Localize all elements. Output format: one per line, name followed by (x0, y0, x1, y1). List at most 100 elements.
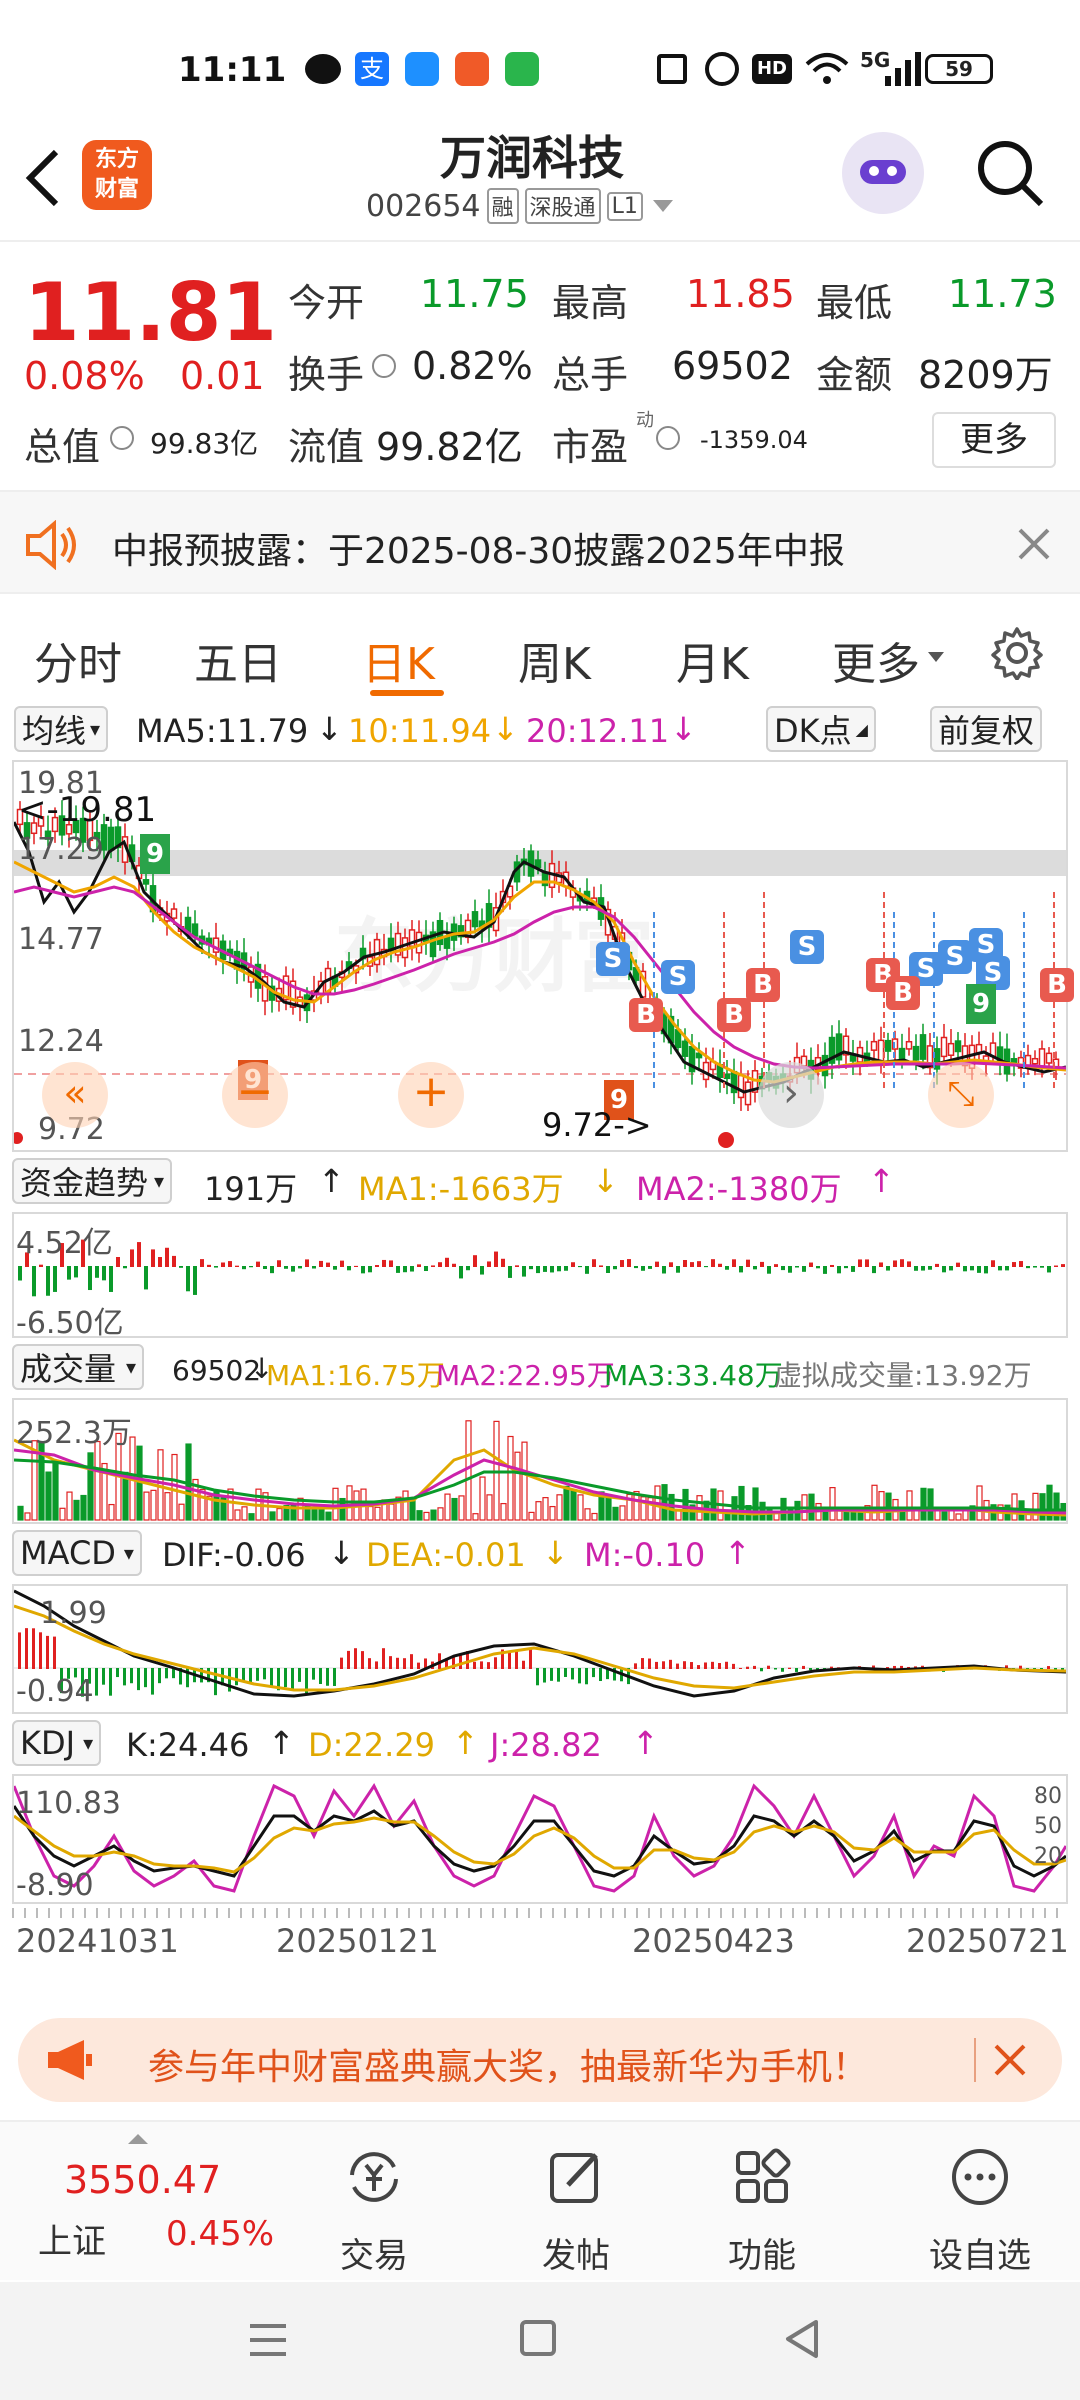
sell-marker[interactable]: S (790, 930, 824, 964)
buy-marker[interactable]: B (886, 976, 920, 1010)
fund-bar (739, 1266, 743, 1273)
volume-bar (66, 1491, 73, 1521)
robot-assistant-icon[interactable] (842, 132, 924, 214)
fund-bar (606, 1266, 610, 1273)
candle-body (821, 1054, 829, 1077)
fund-select[interactable]: 资金趋势 ▾ (12, 1158, 173, 1204)
notice-bar[interactable]: 中报预披露：于2025-08-30披露2025年中报 (0, 490, 1080, 594)
nav-trade[interactable]: 交易 (294, 2142, 454, 2276)
index-widget[interactable]: 3550.47 上证 0.45% (0, 2122, 300, 2282)
buy-marker[interactable]: B (746, 968, 780, 1002)
macd-dif-line (14, 1589, 1066, 1698)
mktcap-info-icon[interactable] (110, 426, 134, 450)
volume-bar (416, 1510, 423, 1521)
tab-more[interactable]: 更多 (832, 628, 920, 692)
back-arrow-icon[interactable] (22, 148, 66, 208)
buy-marker[interactable]: B (629, 998, 663, 1032)
turnover-info-icon[interactable] (372, 354, 396, 378)
macd-panel[interactable]: 1.99 -0.94 (12, 1584, 1068, 1714)
promo-banner[interactable]: 参与年中财富盛典赢大奖，抽最新华为手机！ (18, 2018, 1062, 2102)
volume-bar (241, 1506, 248, 1521)
volume-bar (402, 1490, 409, 1521)
zoom-in-button[interactable]: + (398, 1062, 464, 1128)
fund-bar (585, 1266, 589, 1274)
pe-info-icon[interactable] (656, 426, 680, 450)
sell-marker[interactable]: S (938, 940, 972, 974)
volume-ma3: MA3:33.48万 (604, 1359, 783, 1392)
macd-bar (25, 1628, 28, 1669)
tab-five-day[interactable]: 五日 (194, 628, 282, 692)
tab-intraday[interactable]: 分时 (34, 628, 122, 692)
nav-functions[interactable]: 功能 (682, 2142, 842, 2276)
more-button[interactable]: 更多 (932, 412, 1056, 468)
fund-bar (151, 1249, 155, 1267)
macd-bar (550, 1668, 553, 1681)
fund-bar (312, 1266, 316, 1269)
fund-bar (277, 1260, 281, 1267)
scroll-right-button[interactable]: › (758, 1062, 824, 1128)
adjust-select[interactable]: 前复权 (930, 706, 1043, 752)
macd-bar (459, 1655, 462, 1669)
feather-icon (405, 52, 439, 86)
fund-bar (690, 1262, 694, 1267)
fund-panel[interactable]: 4.52亿 -6.50亿 (12, 1212, 1068, 1341)
dropdown-triangle-icon[interactable] (652, 200, 673, 212)
kdj-svg (14, 1783, 1066, 1893)
volume-panel[interactable]: 252.3万 (12, 1398, 1068, 1524)
fund-bar (333, 1266, 337, 1270)
fund-bar (571, 1262, 575, 1267)
nine-turn-marker[interactable]: 9 (966, 984, 996, 1024)
banner-close-icon[interactable] (992, 2042, 1028, 2078)
back-icon[interactable] (782, 2318, 822, 2360)
volume-bar (94, 1440, 101, 1521)
tab-daily-k[interactable]: 日K (362, 628, 435, 692)
fund-bar (641, 1266, 645, 1271)
fund-bar (221, 1262, 225, 1267)
volume-select[interactable]: 成交量 ▾ (12, 1344, 145, 1390)
candle-body (1031, 1057, 1039, 1065)
fund-bar (564, 1266, 568, 1271)
fund-bar (1040, 1266, 1044, 1268)
fund-bar (536, 1266, 540, 1274)
nav-add-watchlist[interactable]: 设自选 (900, 2142, 1060, 2276)
macd-bar (242, 1668, 245, 1682)
candle-body (940, 1036, 948, 1058)
settings-gear-icon[interactable] (990, 626, 1044, 681)
zoom-out-button[interactable]: − (222, 1062, 288, 1128)
macd-bar (592, 1668, 595, 1678)
volume-bar (143, 1491, 150, 1521)
candle-body (415, 931, 423, 954)
fund-bar (753, 1266, 757, 1270)
sell-marker[interactable]: S (596, 942, 630, 976)
nav-post[interactable]: 发帖 (496, 2142, 656, 2276)
fund-bar (767, 1266, 771, 1274)
macd-select[interactable]: MACD ▾ (12, 1530, 142, 1576)
sell-marker[interactable]: S (661, 960, 695, 994)
fund-bar (102, 1266, 106, 1281)
candle-body (1045, 1052, 1053, 1064)
home-icon[interactable] (520, 2320, 556, 2356)
dk-point-select[interactable]: DK点 ◢ (766, 706, 876, 752)
kdj-panel[interactable]: 110.83 -8.90 80 50 20 (12, 1774, 1068, 1904)
buy-marker[interactable]: B (1040, 968, 1074, 1002)
kline-panel[interactable]: 东方财富 S S S S S S S B B B B B B 9 9 9 19.… (12, 760, 1074, 1152)
fund-bar (207, 1264, 211, 1267)
kdj-select[interactable]: KDJ ▾ (12, 1720, 102, 1766)
candle-body (191, 923, 199, 937)
close-icon[interactable] (1016, 526, 1052, 562)
volume-bar (829, 1487, 836, 1521)
scroll-left-button[interactable]: « (42, 1062, 108, 1128)
fund-select-label: 资金趋势 (20, 1164, 149, 1202)
kdj-level-20: 20 (1034, 1844, 1062, 1869)
nine-turn-marker[interactable]: 9 (140, 834, 170, 874)
ma-select[interactable]: 均线 ▾ (14, 706, 109, 752)
ma10-arrow-icon: ↓ (492, 710, 519, 748)
search-icon[interactable] (975, 138, 1047, 210)
fullscreen-button[interactable]: ⤡ (928, 1062, 994, 1128)
menu-icon[interactable] (248, 2322, 288, 2358)
tab-weekly-k[interactable]: 周K (518, 628, 591, 692)
tab-monthly-k[interactable]: 月K (676, 628, 749, 692)
buy-marker[interactable]: B (717, 998, 751, 1032)
fund-bar (74, 1266, 78, 1278)
phone-icon (505, 52, 539, 86)
